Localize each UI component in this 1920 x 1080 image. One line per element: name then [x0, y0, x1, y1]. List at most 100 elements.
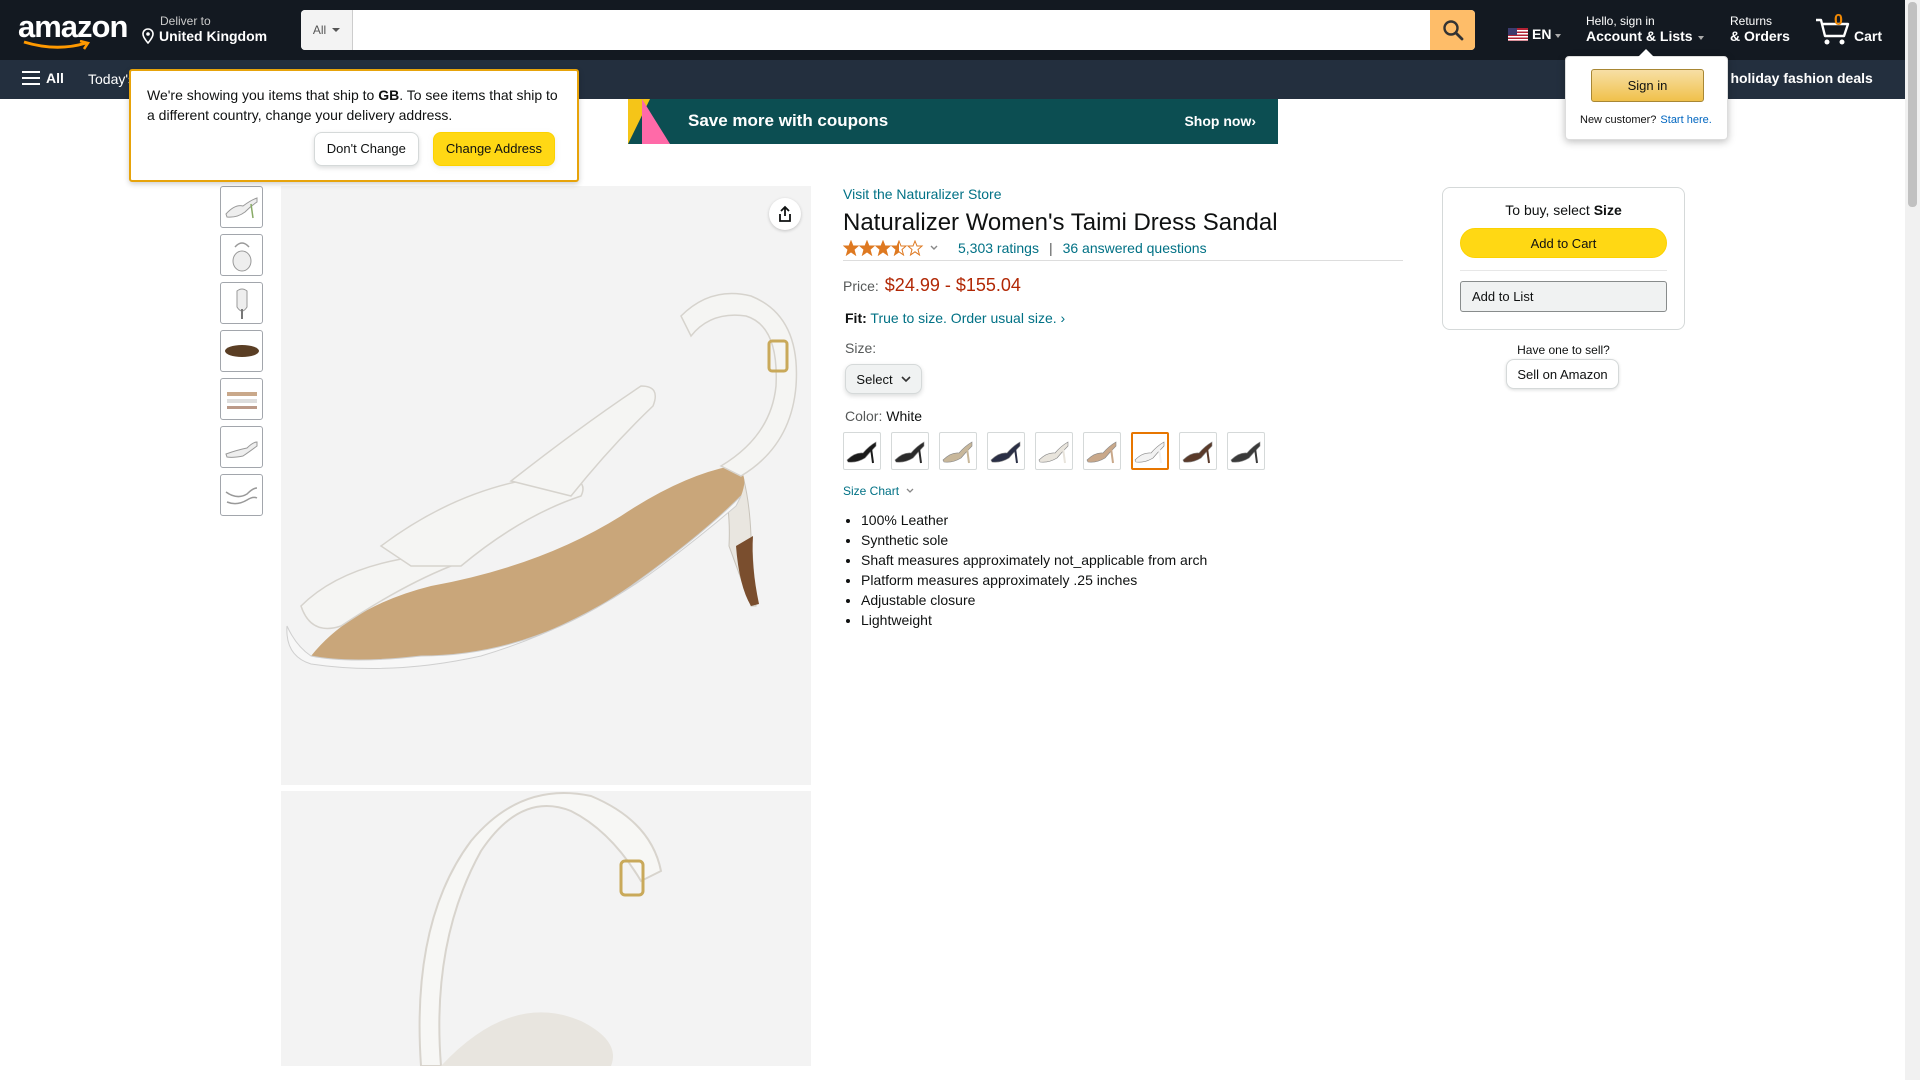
size-label: Size:: [845, 340, 877, 356]
color-swatch[interactable]: [1179, 432, 1217, 470]
search-button[interactable]: [1430, 10, 1475, 50]
cart-button[interactable]: 0 Cart: [1814, 10, 1886, 50]
fit-label: Fit:: [845, 310, 867, 326]
us-flag-icon: [1508, 27, 1528, 41]
color-swatch[interactable]: [1083, 432, 1121, 470]
color-swatch[interactable]: [843, 432, 881, 470]
feature-bullet: Shaft measures approximately not_applica…: [861, 550, 1403, 570]
color-swatch[interactable]: [939, 432, 977, 470]
to-buy-text: To buy, select: [1505, 202, 1594, 218]
color-swatch[interactable]: [891, 432, 929, 470]
search-bar: All: [301, 10, 1475, 50]
location-country: GB: [378, 87, 400, 103]
buy-box: To buy, select Size Add to Cart Add to L…: [1442, 187, 1685, 330]
to-buy-size: Size: [1593, 202, 1622, 218]
size-dropdown[interactable]: Select: [845, 364, 922, 394]
deliver-to[interactable]: Deliver to United Kingdom: [140, 14, 267, 44]
deliver-label: Deliver to: [160, 14, 211, 28]
thumbnail[interactable]: [220, 282, 263, 324]
signin-button[interactable]: Sign in: [1591, 69, 1704, 102]
color-swatch[interactable]: [1131, 432, 1169, 470]
sandal-thumbnail-icon: [236, 288, 247, 319]
secondary-product-image[interactable]: [281, 791, 811, 1066]
holiday-fashion-link[interactable]: o holiday fashion deals: [1718, 70, 1873, 86]
location-buttons: Don't Change Change Address: [313, 132, 555, 166]
change-address-button[interactable]: Change Address: [432, 132, 555, 166]
sandal-swatch-icon: [1182, 441, 1213, 464]
new-customer: New customer? Start here.: [1580, 114, 1712, 126]
thumbnail[interactable]: [220, 474, 263, 516]
sandal-swatch-icon: [990, 441, 1021, 464]
price-label: Price:: [843, 278, 879, 294]
fit-row: Fit: True to size. Order usual size. ›: [843, 310, 1403, 326]
returns-orders[interactable]: Returns & Orders: [1730, 14, 1790, 44]
store-link[interactable]: Visit the Naturalizer Store: [843, 186, 1403, 202]
share-button[interactable]: [769, 198, 801, 230]
color-swatch[interactable]: [1227, 432, 1265, 470]
sandal-swatch-icon: [894, 441, 925, 464]
sandal-swatch-icon: [846, 441, 877, 464]
product-info: Visit the Naturalizer Store Naturalizer …: [843, 186, 1403, 630]
color-value: White: [886, 408, 923, 424]
sandal-thumbnail-icon: [224, 197, 257, 219]
todays-deals-link[interactable]: Today's: [88, 71, 135, 87]
scrollbar-thumb[interactable]: [1908, 2, 1917, 207]
thumbnail[interactable]: [220, 330, 263, 372]
fit-link[interactable]: True to size. Order usual size. ›: [870, 310, 1065, 326]
caret-down-icon: [1555, 34, 1562, 38]
add-to-list-button[interactable]: Add to List: [1460, 281, 1667, 312]
stars-icon: [843, 240, 924, 256]
answered-questions-link[interactable]: 36 answered questions: [1063, 240, 1207, 256]
thumbnail[interactable]: [220, 426, 263, 468]
amazon-logo[interactable]: amazon: [18, 9, 128, 50]
sandal-thumbnail-icon: [225, 487, 257, 505]
ratings-count-link[interactable]: 5,303 ratings: [958, 240, 1039, 256]
color-swatch[interactable]: [1035, 432, 1073, 470]
dont-change-button[interactable]: Don't Change: [313, 132, 419, 166]
size-chart-link[interactable]: Size Chart: [843, 484, 1403, 498]
main-product-image[interactable]: [281, 186, 811, 785]
banner-decoration: [642, 99, 670, 144]
add-to-cart-button[interactable]: Add to Cart: [1460, 228, 1667, 258]
sandal-thumbnail-icon: [224, 345, 259, 357]
chevron-down-icon: [900, 376, 911, 383]
feature-bullets: 100% LeatherSynthetic soleShaft measures…: [843, 510, 1403, 630]
scrollbar[interactable]: [1905, 0, 1920, 1080]
account-title: Account & Lists: [1586, 28, 1704, 44]
share-icon: [779, 205, 791, 222]
all-menu-label: All: [46, 70, 64, 86]
thumbnail[interactable]: [220, 186, 263, 228]
chevron-down-icon: [930, 245, 938, 250]
returns-label: Returns: [1730, 14, 1773, 28]
search-category-dropdown[interactable]: All: [301, 10, 353, 50]
account-lists[interactable]: Hello, sign in Account & Lists: [1586, 14, 1704, 44]
thumbnail[interactable]: [220, 378, 263, 420]
color-swatch[interactable]: [987, 432, 1025, 470]
separator: |: [1048, 240, 1053, 256]
sandal-swatch-icon: [1038, 441, 1069, 464]
buy-box-heading: To buy, select Size: [1460, 202, 1667, 218]
logo-text: amazon: [18, 9, 128, 44]
sandal-swatch-icon: [1134, 441, 1165, 464]
page: amazon Deliver to United Kingdom All EN: [0, 0, 1920, 1080]
smile-icon: [23, 40, 91, 50]
account-greeting: Hello, sign in: [1586, 14, 1655, 28]
account-label: Account & Lists: [1586, 28, 1693, 44]
thumbnail[interactable]: [220, 234, 263, 276]
coupons-banner[interactable]: Save more with coupons Shop now›: [628, 99, 1278, 144]
sell-on-amazon-button[interactable]: Sell on Amazon: [1506, 359, 1619, 389]
banner-cta: Shop now›: [1184, 113, 1256, 129]
banner-text: Save more with coupons: [688, 111, 889, 130]
search-icon: [1442, 20, 1463, 41]
start-here-link[interactable]: Start here.: [1660, 114, 1711, 126]
language-selector[interactable]: EN: [1508, 26, 1562, 42]
all-menu-button[interactable]: All: [22, 70, 64, 86]
location-pin-icon: [142, 28, 154, 44]
hamburger-icon: [22, 71, 40, 85]
feature-bullet: 100% Leather: [861, 510, 1403, 530]
product-title: Naturalizer Women's Taimi Dress Sandal: [843, 209, 1278, 236]
search-input[interactable]: [353, 10, 1430, 50]
sandal-image: [286, 292, 798, 669]
size-chart-label: Size Chart: [843, 484, 900, 498]
star-rating[interactable]: [843, 240, 940, 256]
